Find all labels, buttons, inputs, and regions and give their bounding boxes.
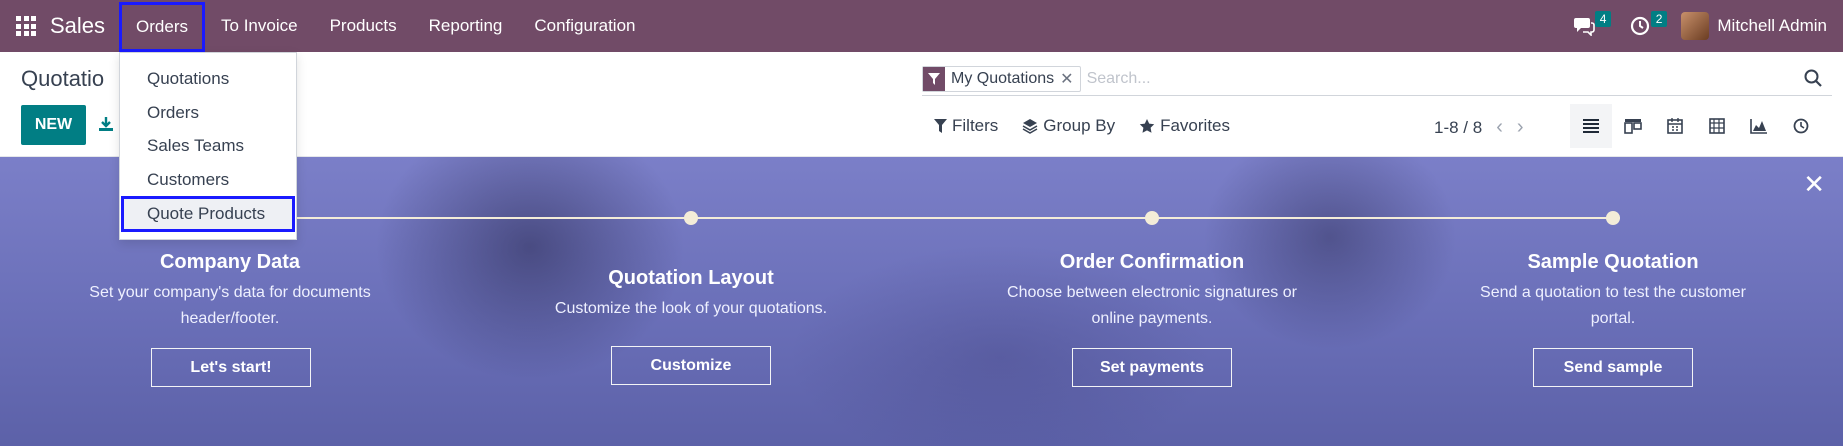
messages-button[interactable]: 4 [1569, 11, 1612, 41]
dropdown-item-orders[interactable]: Orders [147, 103, 199, 123]
activities-button[interactable]: 2 [1625, 11, 1668, 41]
steps-timeline [230, 217, 1620, 219]
list-view-icon[interactable] [1570, 104, 1612, 148]
menu-reporting[interactable]: Reporting [413, 0, 519, 52]
filters-toggle[interactable]: Filters [934, 116, 998, 136]
download-icon[interactable] [98, 116, 114, 132]
step-company-data: Company Data Set your company's data for… [60, 251, 400, 332]
set-payments-button[interactable]: Set payments [1072, 348, 1232, 387]
user-avatar[interactable] [1681, 12, 1710, 40]
view-switcher [1570, 104, 1822, 148]
activities-count-badge: 2 [1650, 11, 1668, 27]
step-description: Choose between electronic signatures or … [1007, 284, 1297, 327]
menu-products[interactable]: Products [314, 0, 413, 52]
facet-label: My Quotations [951, 69, 1055, 87]
activity-view-icon[interactable] [1780, 104, 1822, 148]
page-title: Quotatio [21, 66, 105, 91]
favorites-toggle[interactable]: Favorites [1139, 116, 1230, 136]
pager-value[interactable]: 1-8 / 8 [1434, 118, 1482, 138]
facet-remove-icon[interactable]: ✕ [1060, 67, 1079, 91]
pivot-view-icon[interactable] [1696, 104, 1738, 148]
chat-icon [1574, 18, 1596, 36]
dropdown-item-quote-products[interactable]: Quote Products [121, 196, 295, 232]
search-icon[interactable] [1804, 69, 1822, 87]
clock-icon [1631, 16, 1650, 36]
step-dot [1145, 211, 1159, 225]
orders-dropdown-menu: Quotations Orders Sales Teams Customers … [119, 52, 297, 240]
step-title: Company Data [159, 251, 301, 273]
dropdown-item-sales-teams[interactable]: Sales Teams [147, 136, 244, 156]
step-title: Quotation Layout [608, 267, 774, 289]
user-name[interactable]: Mitchell Admin [1717, 16, 1827, 36]
apps-menu-icon[interactable] [16, 16, 36, 36]
lets-start-button[interactable]: Let's start! [151, 348, 311, 387]
calendar-view-icon[interactable] [1654, 104, 1696, 148]
search-bar: My Quotations ✕ [922, 62, 1832, 96]
app-brand[interactable]: Sales [50, 13, 105, 39]
menu-orders[interactable]: Orders [119, 2, 206, 52]
pager-previous-icon[interactable]: ‹ [1496, 116, 1503, 139]
step-sample-quotation: Sample Quotation Send a quotation to tes… [1443, 251, 1783, 332]
send-sample-button[interactable]: Send sample [1533, 348, 1693, 387]
customize-button[interactable]: Customize [611, 346, 771, 385]
star-icon [1139, 119, 1155, 133]
step-title: Sample Quotation [1527, 251, 1699, 273]
step-title: Order Confirmation [1059, 251, 1245, 273]
menu-to-invoice[interactable]: To Invoice [205, 0, 314, 52]
filter-icon [934, 119, 947, 133]
filters-label: Filters [952, 116, 999, 135]
search-facet: My Quotations ✕ [922, 65, 1081, 92]
menu-configuration[interactable]: Configuration [518, 0, 651, 52]
filter-funnel-icon [923, 66, 945, 91]
pager: 1-8 / 8 ‹ › [1434, 116, 1524, 139]
dropdown-item-quotations[interactable]: Quotations [147, 69, 229, 89]
group-by-label: Group By [1043, 116, 1116, 135]
top-navbar: Sales Orders To Invoice Products Reporti… [0, 0, 1843, 52]
step-description: Set your company's data for documents he… [89, 284, 371, 327]
step-quotation-layout: Quotation Layout Customize the look of y… [521, 267, 861, 322]
kanban-view-icon[interactable] [1612, 104, 1654, 148]
pager-next-icon[interactable]: › [1517, 116, 1524, 139]
graph-view-icon[interactable] [1738, 104, 1780, 148]
messages-count-badge: 4 [1594, 11, 1612, 27]
step-order-confirmation: Order Confirmation Choose between electr… [982, 251, 1322, 332]
group-by-toggle[interactable]: Group By [1022, 116, 1115, 136]
layers-icon [1022, 119, 1038, 134]
search-input[interactable] [1086, 69, 1727, 88]
step-dot [1606, 211, 1620, 225]
search-options: Filters Group By Favorites [934, 116, 1254, 136]
dropdown-item-customers[interactable]: Customers [147, 170, 229, 190]
step-description: Send a quotation to test the customer po… [1480, 284, 1746, 327]
banner-close-icon[interactable]: ✕ [1803, 171, 1825, 197]
new-button[interactable]: NEW [21, 105, 86, 145]
step-description: Customize the look of your quotations. [554, 300, 828, 317]
step-dot [684, 211, 698, 225]
favorites-label: Favorites [1160, 116, 1231, 135]
